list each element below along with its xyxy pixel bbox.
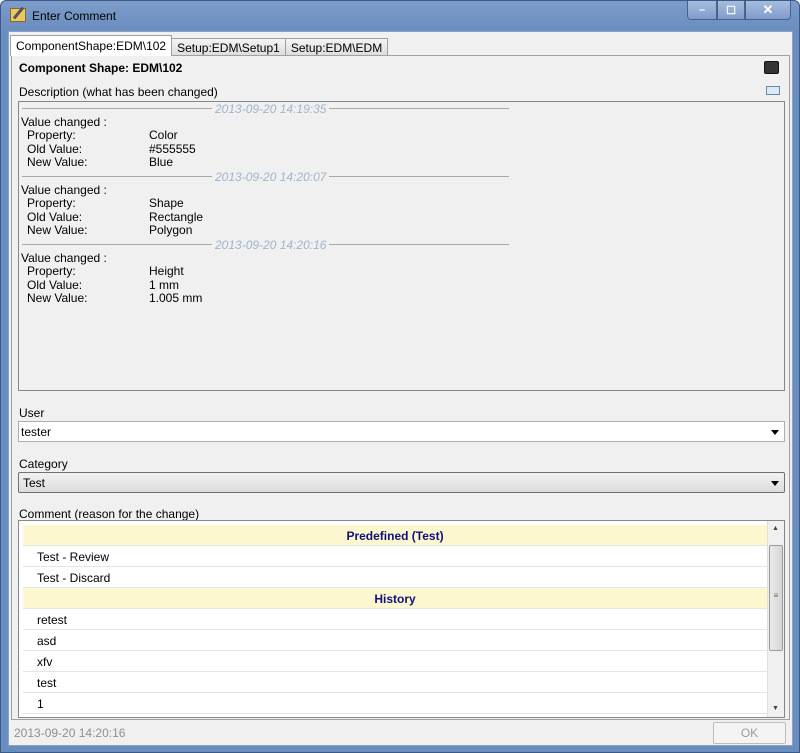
window-title: Enter Comment [32, 9, 117, 23]
new-value-label: New Value: [27, 223, 88, 237]
title-bar: Enter Comment – ☐ ✕ [1, 1, 799, 31]
property-label: Property: [27, 128, 76, 142]
old-value-label: Old Value: [27, 141, 83, 156]
page-title: Component Shape: EDM\102 [19, 61, 183, 75]
property-value: Shape [149, 196, 184, 210]
property-label: Property: [27, 196, 76, 210]
old-value-value: #555555 [149, 141, 196, 156]
property-value: Height [149, 264, 184, 278]
new-value-value: 1.005 mm [149, 291, 203, 305]
history-item[interactable]: 1 [23, 693, 767, 714]
tab-setup-edm[interactable]: Setup:EDM\EDM [284, 38, 389, 56]
tab-component-shape[interactable]: ComponentShape:EDM\102 [10, 35, 173, 56]
scroll-down-icon[interactable]: ▼ [772, 705, 779, 712]
comment-label: Comment (reason for the change) [19, 507, 200, 521]
description-label: Description (what has been changed) [19, 85, 218, 99]
history-header: History [23, 588, 767, 609]
change-timestamp: 2013-09-20 14:20:16 [212, 238, 330, 252]
property-value: Color [149, 128, 178, 142]
change-timestamp: 2013-09-20 14:19:35 [212, 102, 330, 116]
change-timestamp: 2013-09-20 14:20:07 [212, 170, 330, 184]
close-button[interactable]: ✕ [745, 1, 791, 20]
tab-page: Component Shape: EDM\102 Description (wh… [11, 55, 790, 720]
old-value-label: Old Value: [27, 277, 83, 292]
history-item[interactable]: xfv [23, 651, 767, 672]
category-value: Test [23, 476, 46, 490]
new-value-label: New Value: [27, 291, 88, 305]
tab-setup1[interactable]: Setup:EDM\Setup1 [171, 38, 286, 56]
scrollbar-thumb[interactable]: ≡ [769, 545, 783, 651]
user-value: tester [21, 425, 52, 439]
footer-timestamp: 2013-09-20 14:20:16 [14, 726, 126, 740]
dialog-client: ComponentShape:EDM\102 Setup:EDM\Setup1 … [8, 31, 793, 746]
history-item[interactable]: test [23, 672, 767, 693]
chip-icon[interactable] [764, 61, 779, 74]
old-value-value: 1 mm [149, 277, 179, 292]
chevron-down-icon[interactable] [771, 430, 779, 435]
new-value-value: Polygon [149, 223, 193, 237]
user-label: User [19, 406, 45, 420]
maximize-button[interactable]: ☐ [717, 1, 745, 20]
old-value-value: Rectangle [149, 209, 204, 224]
dialog-window: Enter Comment – ☐ ✕ ComponentShape:EDM\1… [0, 0, 800, 753]
history-item[interactable]: asd [23, 630, 767, 651]
chevron-down-icon[interactable] [771, 481, 779, 486]
category-label: Category [19, 457, 68, 471]
predefined-item[interactable]: Test - Review [23, 546, 767, 567]
scrollbar[interactable]: ▲ ≡ ▼ [767, 521, 784, 717]
new-value-value: Blue [149, 155, 174, 169]
user-combo[interactable]: tester [18, 421, 785, 442]
timestamp-separator: 2013-09-20 14:20:07 [22, 170, 509, 184]
history-item[interactable]: retest [23, 609, 767, 630]
old-value-label: Old Value: [27, 209, 83, 224]
predefined-header: Predefined (Test) [23, 525, 767, 546]
predefined-item[interactable]: Test - Discard [23, 567, 767, 588]
new-value-label: New Value: [27, 155, 88, 169]
description-log: 2013-09-20 14:19:35 Value changed : Proper… [18, 101, 785, 391]
category-select[interactable]: Test [18, 472, 785, 493]
edit-note-icon [10, 8, 26, 22]
comment-list[interactable]: ▲ ≡ ▼ Predefined (Test) Test - Review Test… [18, 520, 785, 718]
minimize-button[interactable]: – [687, 1, 717, 20]
timestamp-separator: 2013-09-20 14:19:35 [22, 102, 509, 116]
timestamp-separator: 2013-09-20 14:20:16 [22, 238, 509, 252]
tab-strip: ComponentShape:EDM\102 Setup:EDM\Setup1 … [10, 35, 389, 56]
property-label: Property: [27, 264, 76, 278]
scroll-up-icon[interactable]: ▲ [772, 525, 779, 532]
list-view-icon[interactable] [766, 86, 780, 95]
ok-button[interactable]: OK [713, 722, 786, 744]
